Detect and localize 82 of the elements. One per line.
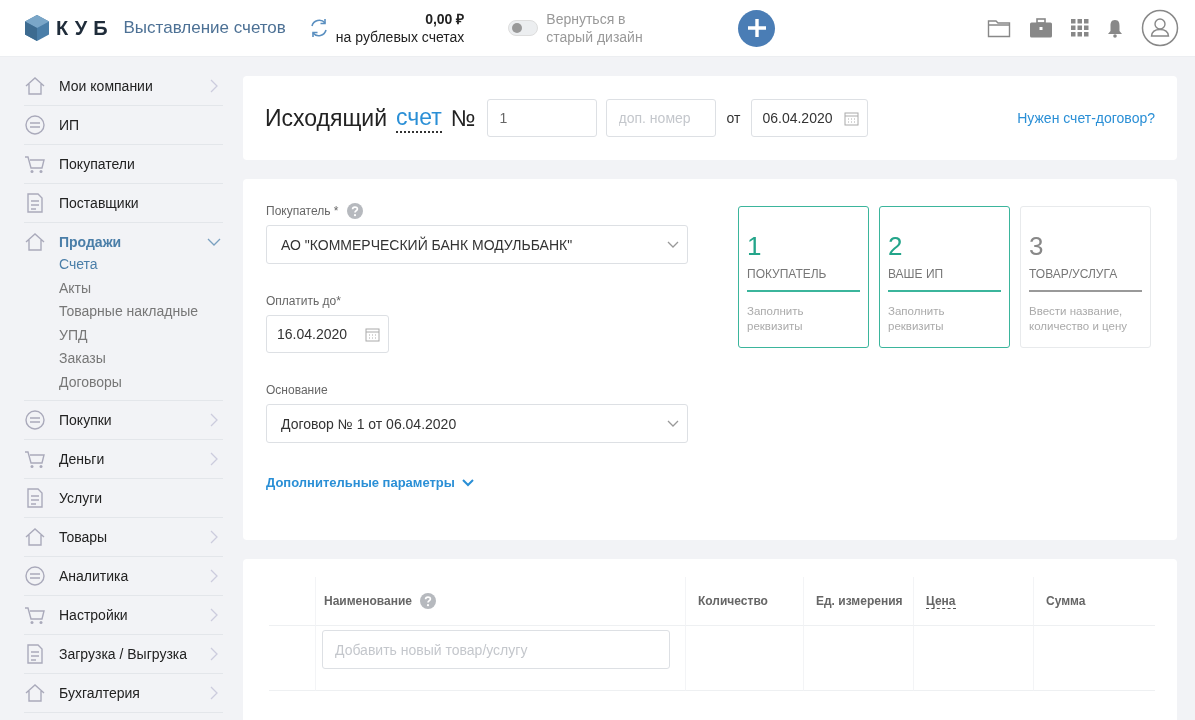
column-header: Цена	[926, 593, 956, 609]
plus-icon	[745, 17, 768, 39]
sidebar-item[interactable]: Аналитика	[59, 567, 129, 584]
step-number: 2	[888, 231, 904, 261]
sidebar-item[interactable]: Настройки	[59, 606, 128, 623]
step-number: 3	[1029, 231, 1045, 261]
step-title: ВАШЕ ИП	[888, 267, 1001, 292]
user-avatar-icon[interactable]	[1141, 9, 1179, 47]
sidebar-item[interactable]: Поставщики	[59, 195, 139, 211]
sidebar-item[interactable]: Товары	[59, 528, 108, 545]
step-number: 1	[747, 231, 763, 261]
toggle-label: Вернуться в старый дизайн	[546, 10, 644, 46]
nav-icon	[24, 153, 46, 175]
nav-icon	[24, 486, 46, 509]
nav-icon	[24, 564, 46, 587]
step-title: ТОВАР/УСЛУГА	[1029, 267, 1142, 292]
number-field[interactable]: 1	[486, 99, 597, 137]
nav-icon	[24, 408, 46, 431]
column-header: Количество	[698, 594, 768, 608]
sidebar-item[interactable]: Продажи	[59, 234, 122, 250]
briefcase-icon[interactable]	[1029, 18, 1053, 38]
basis-select[interactable]: Договор № 1 от 06.04.2020	[266, 404, 688, 443]
column-header: Сумма	[1046, 594, 1086, 608]
step-card[interactable]: 1 ПОКУПАТЕЛЬ Заполнить реквизиты	[738, 206, 869, 348]
date-field[interactable]: 06.04.2020	[751, 99, 869, 137]
nav-icon	[24, 114, 46, 136]
step-hint: Ввести название, количество и цену	[1029, 304, 1128, 334]
buyer-select[interactable]: АО "КОММЕРЧЕСКИЙ БАНК МОДУЛЬБАНК"	[266, 225, 688, 264]
help-icon[interactable]	[346, 203, 363, 219]
step-title: ПОКУПАТЕЛЬ	[747, 267, 860, 292]
column-header: Наименование	[324, 594, 413, 608]
nav-icon	[24, 642, 46, 665]
field-label: Оплатить до*	[266, 294, 342, 308]
field-label: Основание	[266, 383, 329, 397]
help-icon[interactable]	[420, 593, 437, 609]
chevron-down-icon	[667, 419, 679, 428]
submenu-item[interactable]: Договоры	[59, 372, 223, 392]
number-sign: №	[450, 104, 476, 132]
sidebar-item[interactable]: ИП	[59, 117, 80, 133]
submenu-item[interactable]: Товарные накладные	[59, 302, 223, 321]
nav-icon	[24, 75, 46, 97]
balance-amount: 0,00 ₽	[425, 10, 465, 28]
step-card[interactable]: 2 ВАШЕ ИП Заполнить реквизиты	[879, 206, 1010, 348]
apps-grid-icon[interactable]	[1071, 19, 1089, 37]
sidebar-item[interactable]: Загрузка / Выгрузка	[59, 645, 188, 662]
sidebar-item[interactable]: Покупки	[59, 411, 112, 428]
logo-text: КУБ	[56, 16, 114, 40]
chevron-down-icon	[461, 478, 474, 487]
folder-icon[interactable]	[987, 18, 1011, 38]
column-header: Ед. измерения	[816, 594, 903, 608]
extra-number-field[interactable]: доп. номер	[605, 99, 716, 137]
chevron-down-icon	[667, 240, 679, 249]
add-button[interactable]	[738, 9, 776, 47]
app-title: Выставление счетов	[123, 18, 286, 38]
nav-icon	[24, 192, 46, 214]
date-prefix: от	[726, 110, 741, 126]
submenu-item[interactable]: Счета	[59, 255, 223, 274]
sidebar-item[interactable]: Покупатели	[59, 156, 135, 172]
sidebar-item[interactable]: Бухгалтерия	[59, 684, 140, 701]
submenu-item[interactable]: Заказы	[59, 349, 223, 368]
submenu-item[interactable]: Акты	[59, 278, 223, 298]
contract-link[interactable]: Нужен счет-договор?	[1017, 110, 1155, 126]
invoice-title: Исходящий	[265, 104, 388, 132]
submenu-item[interactable]: УПД	[59, 325, 223, 345]
step-hint: Заполнить реквизиты	[747, 304, 805, 334]
nav-icon	[24, 231, 46, 253]
step-card[interactable]: 3 ТОВАР/УСЛУГА Ввести название, количество и цену	[1020, 206, 1151, 348]
calendar-icon	[844, 110, 860, 126]
bell-icon[interactable]	[1107, 18, 1123, 38]
sidebar-item[interactable]: Деньги	[59, 450, 105, 467]
design-toggle[interactable]	[508, 20, 539, 36]
field-label: Покупатель *	[266, 204, 339, 218]
step-hint: Заполнить реквизиты	[888, 304, 946, 334]
sidebar-item[interactable]: Мои компании	[59, 78, 153, 94]
more-params-link[interactable]: Дополнительные параметры	[266, 475, 688, 490]
pay-until-field[interactable]: 16.04.2020	[266, 315, 389, 353]
sidebar-item[interactable]: Услуги	[59, 489, 103, 506]
cube-logo-icon	[24, 14, 50, 42]
calendar-icon	[365, 326, 380, 342]
balance-label: на рублевых счетах	[335, 28, 465, 46]
invoice-type-link[interactable]: счет	[396, 103, 442, 133]
new-item-field[interactable]: Добавить новый товар/услугу	[322, 630, 670, 669]
